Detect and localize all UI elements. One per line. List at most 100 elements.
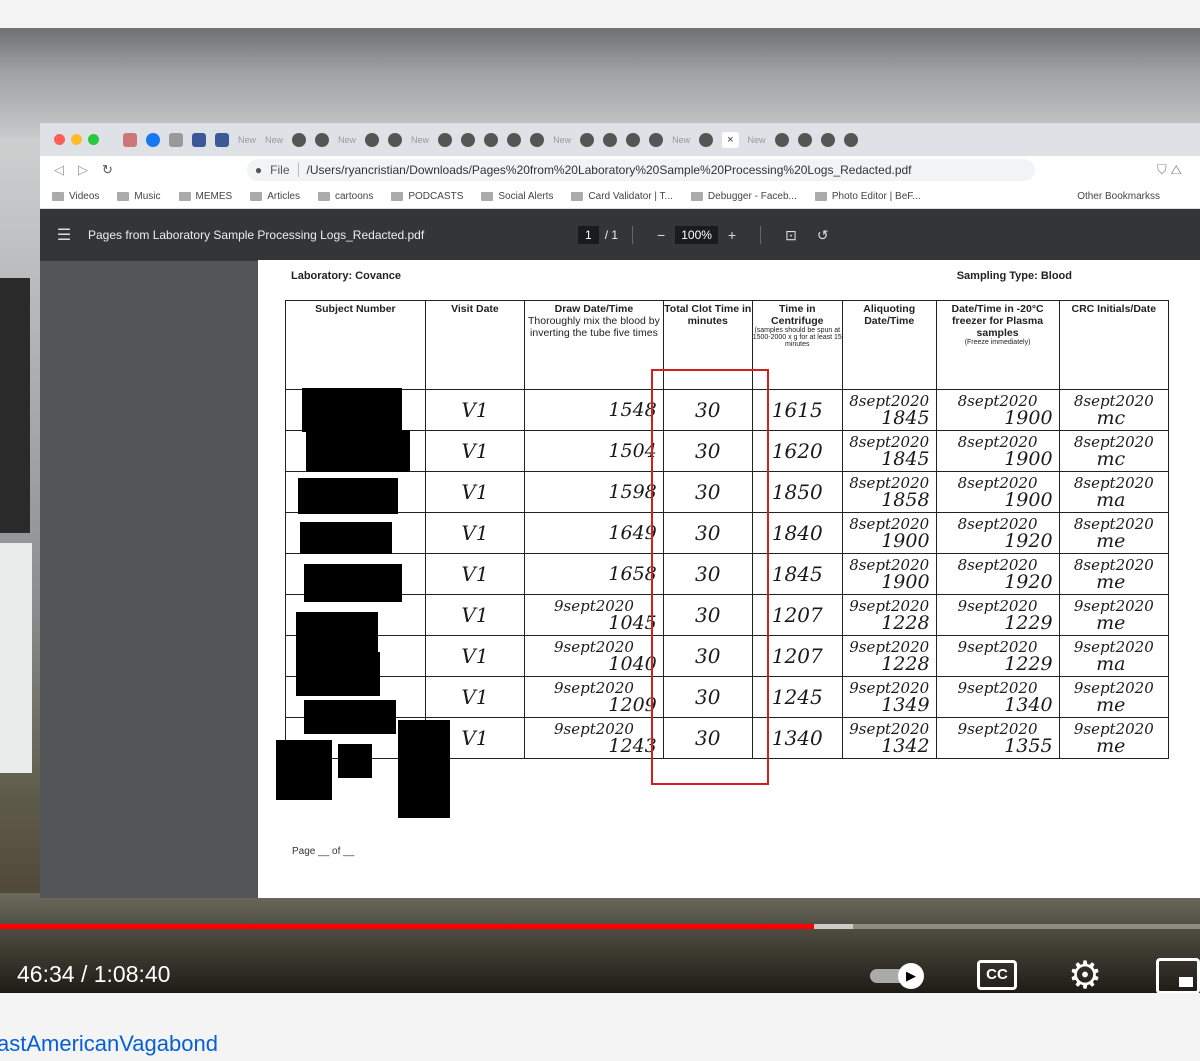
tab-favicon[interactable]	[603, 132, 618, 147]
aliquot-time: 1845	[881, 407, 930, 429]
tab-favicon[interactable]	[315, 132, 330, 147]
freezer-time: 1920	[1004, 530, 1053, 552]
tab-favicon[interactable]	[123, 132, 137, 147]
visit-cell: V1	[424, 430, 526, 472]
new-tab[interactable]: New	[672, 135, 690, 145]
aliquot-time: 1228	[881, 653, 930, 675]
new-tab[interactable]: New	[553, 135, 571, 145]
tab-favicon[interactable]	[649, 132, 664, 147]
url-text[interactable]: /Users/ryancristian/Downloads/Pages%20fr…	[307, 163, 912, 177]
crc-cell: 9sept2020 ma	[1058, 635, 1170, 677]
header-centrifuge-title: Time in Centrifuge	[771, 303, 824, 327]
bookmark-label: Card Validator | T...	[588, 190, 673, 202]
address-bar-row: ◁ ▷ ↻ ● File /Users/ryancristian/Downloa…	[40, 156, 1200, 184]
crc-cell: 8sept2020 mc	[1058, 430, 1170, 472]
clot-time-highlight-box	[651, 369, 769, 785]
draw-cell: 9sept2020 1209	[524, 676, 664, 718]
tab-bar: New New New New New New × New	[40, 123, 1200, 156]
reload-icon[interactable]: ↻	[102, 162, 113, 178]
draw-time: 1040	[608, 653, 657, 675]
tab-favicon[interactable]	[774, 132, 789, 147]
info-icon[interactable]: ●	[255, 163, 262, 177]
bookmark-item[interactable]: Card Validator | T...	[571, 191, 673, 202]
bookmark-item[interactable]: Music	[117, 191, 161, 202]
tab-favicon[interactable]	[169, 132, 183, 147]
settings-icon[interactable]: ⚙	[1068, 953, 1102, 993]
new-tab[interactable]: New	[238, 135, 256, 145]
bookmark-item[interactable]: PODCASTS	[391, 191, 463, 202]
minimize-window-icon[interactable]	[71, 134, 82, 145]
close-window-icon[interactable]	[54, 134, 65, 145]
fit-page-icon[interactable]: ⊡	[785, 227, 797, 244]
centrifuge-value: 1850	[771, 480, 823, 504]
cc-icon[interactable]: CC	[977, 960, 1017, 990]
video-background-sky	[0, 28, 1200, 138]
tab-favicon[interactable]	[461, 132, 476, 147]
extension-icons[interactable]: ⛉ △	[1157, 162, 1200, 178]
crc-initials: mc	[1096, 448, 1126, 470]
bookmark-item[interactable]: Debugger - Faceb...	[690, 190, 797, 202]
tab-favicon[interactable]	[365, 132, 380, 147]
zoom-in-icon[interactable]: +	[728, 227, 736, 243]
header-freezer-sub: (Freeze immediately)	[964, 339, 1031, 346]
bookmark-label: Videos	[69, 190, 100, 202]
tab-favicon[interactable]	[215, 132, 229, 147]
aliquot-time: 1900	[881, 571, 930, 593]
bookmark-item[interactable]: Videos	[52, 191, 99, 202]
bookmark-item[interactable]: Photo Editor | BeF...	[814, 191, 921, 202]
rotate-icon[interactable]: ↺	[817, 227, 829, 244]
zoom-window-icon[interactable]	[88, 134, 99, 145]
freezer-time: 1900	[1004, 489, 1053, 511]
tab-favicon[interactable]	[507, 132, 522, 147]
back-arrow-icon[interactable]: ◁	[54, 162, 64, 178]
visit-value: V1	[461, 603, 489, 627]
bookmark-item[interactable]: Social Alerts	[481, 191, 553, 202]
tab-favicon[interactable]	[626, 132, 641, 147]
bookmark-item[interactable]: Articles	[250, 191, 300, 202]
autoplay-toggle-icon[interactable]: ▶	[870, 963, 926, 989]
bookmark-item[interactable]: MEMES	[178, 191, 232, 202]
redaction-block	[296, 612, 378, 654]
new-tab[interactable]: New	[338, 135, 356, 145]
draw-cell: 9sept2020 1040	[524, 635, 664, 677]
tab-favicon[interactable]	[843, 132, 858, 147]
menu-icon[interactable]: ☰	[40, 225, 88, 245]
freezer-time: 1229	[1004, 653, 1053, 675]
new-tab[interactable]: New	[411, 135, 429, 145]
bookmark-label: Debugger - Faceb...	[707, 190, 797, 202]
pdf-title: Pages from Laboratory Sample Processing …	[88, 228, 425, 242]
zoom-level-input[interactable]: 100%	[675, 226, 718, 244]
tab-favicon[interactable]	[388, 132, 403, 147]
tab-favicon[interactable]	[484, 132, 499, 147]
facebook-tab-icon[interactable]	[146, 132, 160, 147]
redaction-block	[338, 744, 372, 778]
crc-cell: 8sept2020 me	[1058, 512, 1170, 554]
crc-initials: me	[1096, 735, 1126, 757]
tab-favicon[interactable]	[580, 132, 595, 147]
url-field[interactable]: ● File /Users/ryancristian/Downloads/Pag…	[246, 159, 1035, 181]
new-tab[interactable]: New	[748, 135, 766, 145]
tab-favicon[interactable]	[192, 132, 206, 147]
tab-favicon[interactable]	[797, 132, 812, 147]
progress-played[interactable]	[0, 924, 814, 929]
video-player[interactable]: New New New New New New × New ◁ ▷ ↻ ● Fi…	[0, 28, 1200, 993]
freezer-time: 1900	[1004, 407, 1053, 429]
tab-favicon[interactable]	[292, 132, 307, 147]
forward-arrow-icon[interactable]: ▷	[78, 162, 88, 178]
zoom-out-icon[interactable]: −	[657, 227, 665, 243]
draw-time: 1209	[608, 694, 657, 716]
tab-favicon[interactable]	[530, 132, 545, 147]
other-bookmarks[interactable]: Other Bookmarkss	[1077, 191, 1200, 202]
active-tab-close-button[interactable]: ×	[722, 131, 739, 148]
redaction-block	[276, 740, 332, 800]
tab-favicon[interactable]	[438, 132, 453, 147]
page-number-input[interactable]: 1	[578, 226, 599, 244]
bookmark-item[interactable]: cartoons	[318, 191, 373, 202]
channel-name-link[interactable]: astAmericanVagabond	[0, 1031, 218, 1057]
tab-favicon[interactable]	[820, 132, 835, 147]
new-tab[interactable]: New	[265, 135, 283, 145]
miniplayer-icon[interactable]	[1156, 958, 1200, 993]
tab-favicon[interactable]	[699, 132, 714, 147]
folder-icon	[481, 191, 494, 201]
freezer-cell: 8sept2020 1920	[935, 512, 1060, 554]
